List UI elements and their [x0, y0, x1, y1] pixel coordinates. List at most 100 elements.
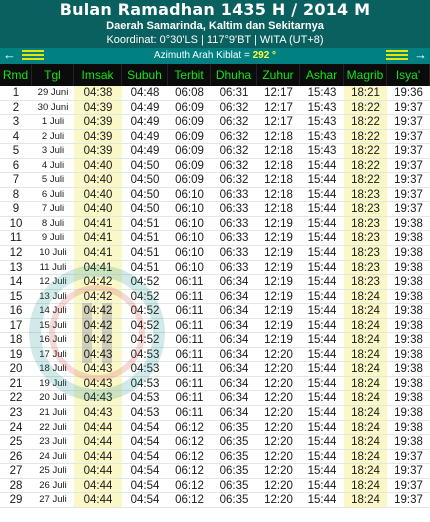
- table-cell: 04:42: [74, 275, 122, 289]
- table-cell: 06:34: [219, 290, 249, 303]
- table-cell: 21: [9, 377, 23, 390]
- table-cell: 5: [12, 145, 20, 158]
- table-cell: 17 Juli: [39, 348, 67, 360]
- table-row: 15 13 Juli 04:42 04:52 06:11 06:34 12:19 15:44 1…: [0, 289, 430, 305]
- table-row: 8 6 Juli 04:40 04:50 06:10 06:33 12:18 15:44 18:…: [0, 187, 430, 203]
- table-cell: 04:40: [74, 158, 122, 173]
- table-cell: 12:20: [264, 436, 293, 449]
- table-cell: 18: [9, 334, 23, 347]
- table-cell: 04:52: [130, 334, 160, 347]
- table-row: 20 18 Juli 04:43 04:53 06:11 06:34 12:20 15:44 1…: [0, 362, 430, 377]
- table-cell: 06:08: [175, 87, 204, 99]
- table-cell: 19:38: [394, 348, 423, 361]
- table-cell: 2 Juli: [41, 130, 65, 142]
- table-cell: 18 Juli: [39, 363, 67, 375]
- table-cell: 06:12: [175, 436, 204, 449]
- table-cell: 19:37: [394, 159, 423, 172]
- table-cell: 19:38: [394, 436, 423, 449]
- table-cell: 06:35: [219, 421, 249, 434]
- table-cell: 06:12: [175, 479, 204, 492]
- table-cell: 29 Juni: [37, 87, 69, 98]
- table-cell: 11: [10, 232, 22, 245]
- table-cell: 06:35: [219, 494, 249, 507]
- table-cell: 06:31: [219, 87, 249, 99]
- table-cell: 04:42: [74, 304, 122, 318]
- table-body: 1 29 Juni 04:38 04:48 06:08 06:31 12:17 15:43 18…: [0, 86, 430, 508]
- table-cell: 12:20: [264, 392, 293, 405]
- table-cell: 19:38: [394, 363, 423, 376]
- table-cell: 16 Juli: [39, 334, 67, 346]
- table-cell: 24 Juli: [39, 450, 67, 462]
- table-cell: 15:44: [307, 377, 337, 390]
- column-header-terbit: Terbit: [168, 64, 211, 86]
- table-cell: 04:53: [130, 363, 160, 376]
- table-cell: 04:39: [74, 144, 122, 158]
- table-cell: 15:44: [307, 305, 337, 318]
- table-row: 25 23 Juli 04:44 04:54 06:12 06:35 12:20 15:44 1…: [0, 435, 430, 450]
- table-row: 7 5 Juli 04:40 04:50 06:09 06:32 12:18 15:44 18:…: [0, 173, 430, 188]
- table-cell: 10 Juli: [39, 247, 67, 259]
- table-cell: 12:19: [264, 290, 293, 303]
- table-cell: 12:19: [264, 334, 293, 347]
- table-cell: 12:19: [264, 247, 293, 260]
- table-cell: 04:43: [74, 391, 122, 406]
- table-cell: 04:49: [130, 145, 160, 158]
- table-row: 3 1 Juli 04:39 04:49 06:09 06:32 12:17 15:43 18:…: [0, 115, 430, 130]
- table-cell: 06:35: [219, 465, 249, 478]
- table-cell: 06:11: [175, 392, 204, 405]
- table-row: 16 14 Juli 04:42 04:52 06:11 06:34 12:19 15:44 1…: [0, 304, 430, 319]
- table-cell: 06:11: [175, 407, 204, 420]
- region-subtitle: Daerah Samarinda, Kaltim dan Sekitarnya: [106, 20, 324, 32]
- table-cell: 18:23: [344, 260, 387, 275]
- table-cell: 8: [12, 188, 20, 201]
- table-cell: 04:41: [74, 231, 122, 246]
- table-cell: 18:24: [344, 406, 387, 420]
- table-cell: 12:20: [264, 479, 293, 492]
- table-cell: 18:21: [344, 86, 387, 100]
- table-cell: 19:38: [394, 392, 423, 405]
- table-cell: 12:20: [264, 348, 293, 361]
- table-cell: 18:22: [344, 100, 387, 115]
- table-cell: 04:51: [130, 261, 160, 274]
- table-cell: 19:36: [394, 87, 423, 99]
- table-cell: 27 Juli: [39, 494, 67, 506]
- table-cell: 06:12: [175, 494, 204, 507]
- table-row: 29 27 Juli 04:44 04:54 06:12 06:35 12:20 15:44 1…: [0, 493, 430, 508]
- table-cell: 19:38: [394, 261, 423, 274]
- table-cell: 15:44: [307, 232, 337, 245]
- table-cell: 18:24: [344, 493, 387, 507]
- table-cell: 04:41: [74, 246, 122, 260]
- menu-lines-icon[interactable]: [386, 50, 408, 62]
- table-cell: 15:44: [307, 174, 337, 187]
- table-cell: 18:24: [344, 304, 387, 318]
- column-header-isya: Isya': [387, 64, 430, 86]
- table-cell: 19:37: [394, 116, 423, 129]
- table-cell: 06:10: [175, 261, 204, 274]
- right-arrow-icon[interactable]: →: [414, 48, 427, 62]
- table-cell: 12:20: [264, 494, 293, 507]
- table-cell: 18:23: [344, 246, 387, 260]
- table-cell: 12:18: [264, 159, 293, 172]
- table-cell: 04:40: [74, 187, 122, 202]
- table-cell: 15:44: [307, 159, 337, 172]
- table-cell: 15:44: [307, 407, 337, 420]
- table-cell: 04:53: [130, 377, 160, 390]
- table-row: 17 15 Juli 04:42 04:52 06:11 06:34 12:19 15:44 1…: [0, 318, 430, 334]
- table-cell: 9 Juli: [41, 232, 65, 244]
- table-cell: 06:10: [175, 217, 204, 230]
- table-cell: 15:44: [307, 363, 337, 376]
- table-cell: 12:19: [264, 217, 293, 230]
- table-cell: 04:38: [74, 86, 122, 100]
- table-cell: 18:22: [344, 115, 387, 129]
- column-header-magrib: Magrib: [344, 64, 387, 86]
- table-cell: 15:44: [307, 334, 337, 347]
- table-cell: 19:37: [394, 203, 423, 216]
- table-cell: 06:34: [219, 334, 249, 347]
- table-cell: 04:39: [74, 115, 122, 129]
- table-cell: 04:42: [74, 333, 122, 347]
- table-cell: 26 Juli: [39, 479, 67, 491]
- table-cell: 15:44: [307, 217, 337, 230]
- table-cell: 06:35: [219, 436, 249, 449]
- table-cell: 04:41: [74, 216, 122, 231]
- table-cell: 23 Juli: [39, 436, 67, 448]
